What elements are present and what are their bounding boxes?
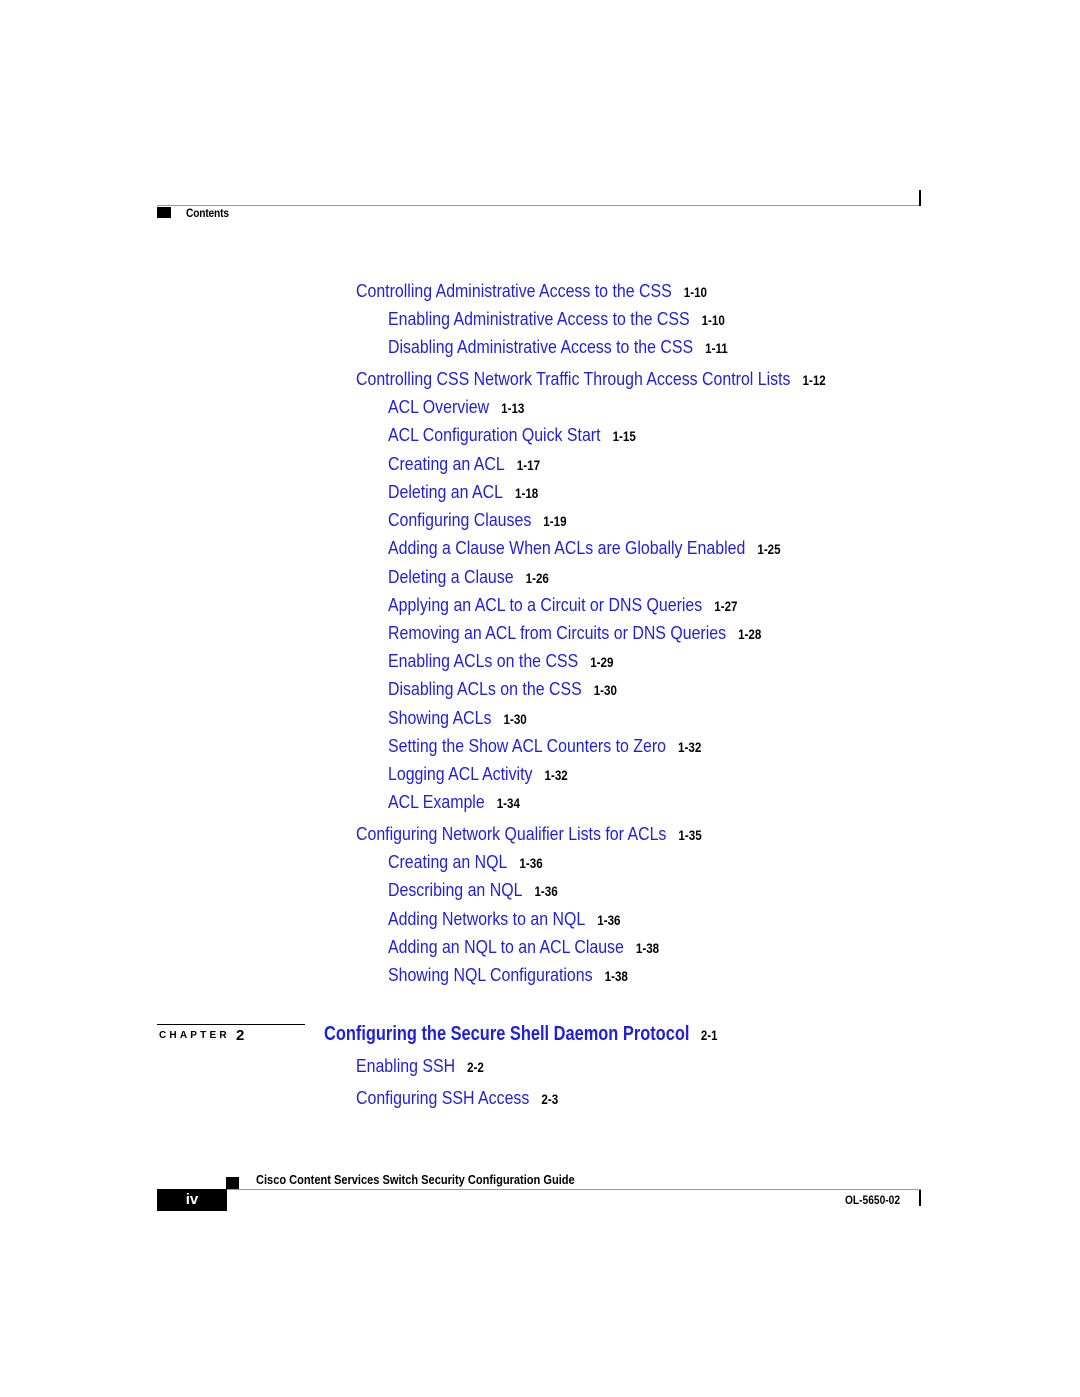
- header-rule: [157, 205, 921, 206]
- toc-entry[interactable]: Showing NQL Configurations 1-38: [388, 964, 628, 986]
- toc-entry[interactable]: Enabling SSH 2-2: [356, 1055, 484, 1077]
- toc-entry[interactable]: Showing ACLs 1-30: [388, 707, 527, 729]
- toc-entry[interactable]: Creating an ACL 1-17: [388, 453, 540, 475]
- toc-entry[interactable]: Deleting a Clause 1-26: [388, 566, 549, 588]
- toc-entry-page: 1-10: [683, 285, 707, 300]
- footer-rule: [157, 1189, 921, 1190]
- toc-entry[interactable]: Enabling ACLs on the CSS 1-29: [388, 650, 613, 672]
- toc-entry-title: Creating an NQL: [388, 851, 508, 872]
- toc-entry-page: 1-36: [597, 913, 621, 928]
- footer-change-bar: [919, 1190, 921, 1206]
- toc-entry-page: 1-30: [593, 683, 617, 698]
- toc-entry[interactable]: Deleting an ACL 1-18: [388, 481, 538, 503]
- toc-entry-title: Enabling SSH: [356, 1055, 456, 1076]
- toc-entry-page: 1-10: [701, 313, 725, 328]
- toc-entry-page: 1-15: [612, 429, 636, 444]
- toc-entry-title: Adding a Clause When ACLs are Globally E…: [388, 537, 746, 558]
- toc-entry-title: Controlling Administrative Access to the…: [356, 280, 672, 301]
- toc-entry-page: 1-29: [590, 655, 614, 670]
- toc-entry-page: 1-32: [678, 740, 702, 755]
- toc-entry-page: 1-11: [705, 341, 728, 356]
- footer-page-number: iv: [157, 1189, 227, 1211]
- toc-entry-page: 1-34: [496, 796, 520, 811]
- toc-entry-title: Logging ACL Activity: [388, 763, 533, 784]
- toc-entry-title: Configuring Clauses: [388, 509, 532, 530]
- toc-entry-title: Disabling ACLs on the CSS: [388, 678, 582, 699]
- toc-entry[interactable]: Describing an NQL 1-36: [388, 879, 558, 901]
- toc-entry-title: ACL Overview: [388, 396, 490, 417]
- toc-entry-title: Controlling CSS Network Traffic Through …: [356, 368, 791, 389]
- toc-entry-title: Creating an ACL: [388, 453, 505, 474]
- toc-entry-title: Adding an NQL to an ACL Clause: [388, 936, 624, 957]
- toc-entry[interactable]: Enabling Administrative Access to the CS…: [388, 308, 725, 330]
- toc-entry[interactable]: Adding Networks to an NQL 1-36: [388, 908, 620, 930]
- toc-entry-title: Showing NQL Configurations: [388, 964, 593, 985]
- toc-entry-title: Removing an ACL from Circuits or DNS Que…: [388, 622, 727, 643]
- toc-entry-title: Adding Networks to an NQL: [388, 908, 586, 929]
- toc-entry-page: 1-27: [714, 599, 738, 614]
- toc-entry[interactable]: Applying an ACL to a Circuit or DNS Quer…: [388, 594, 738, 616]
- toc-entry[interactable]: Adding a Clause When ACLs are Globally E…: [388, 537, 781, 559]
- toc-entry[interactable]: Configuring SSH Access 2-3: [356, 1087, 558, 1109]
- chapter-rule: [157, 1024, 305, 1025]
- toc-entry[interactable]: Disabling ACLs on the CSS 1-30: [388, 678, 617, 700]
- toc-entry-page: 1-19: [543, 514, 567, 529]
- toc-entry-title: Describing an NQL: [388, 879, 523, 900]
- toc-entry-page: 1-32: [544, 768, 568, 783]
- toc-entry[interactable]: ACL Example 1-34: [388, 791, 520, 813]
- chapter-label: CHAPTER: [159, 1030, 230, 1041]
- toc-entry-title: Showing ACLs: [388, 707, 492, 728]
- header-change-bar: [919, 190, 921, 206]
- toc-entry-page: 1-13: [501, 401, 525, 416]
- footer-guide-title: Cisco Content Services Switch Security C…: [256, 1172, 575, 1187]
- toc-entry-page: 1-26: [525, 571, 549, 586]
- toc-entry-title: ACL Configuration Quick Start: [388, 424, 601, 445]
- toc-entry-title: Enabling ACLs on the CSS: [388, 650, 579, 671]
- toc-entry-title: Configuring Network Qualifier Lists for …: [356, 823, 667, 844]
- toc-entry-title: Disabling Administrative Access to the C…: [388, 336, 694, 357]
- toc-entry-title: ACL Example: [388, 791, 485, 812]
- toc-entry[interactable]: Adding an NQL to an ACL Clause 1-38: [388, 936, 659, 958]
- toc-entry[interactable]: ACL Overview 1-13: [388, 396, 524, 418]
- toc-entry-title: Deleting a Clause: [388, 566, 514, 587]
- chapter-page-number: 2-1: [700, 1027, 718, 1043]
- toc-entry-page: 1-36: [534, 884, 558, 899]
- toc-entry-title: Deleting an ACL: [388, 481, 503, 502]
- toc-entry-title: Enabling Administrative Access to the CS…: [388, 308, 690, 329]
- toc-entry[interactable]: Configuring Network Qualifier Lists for …: [356, 823, 702, 845]
- toc-entry-page: 1-12: [802, 373, 826, 388]
- toc-entry[interactable]: Configuring Clauses 1-19: [388, 509, 567, 531]
- toc-entry-page: 1-36: [519, 856, 543, 871]
- toc-entry[interactable]: Disabling Administrative Access to the C…: [388, 336, 728, 358]
- toc-entry[interactable]: Removing an ACL from Circuits or DNS Que…: [388, 622, 761, 644]
- toc-entry[interactable]: Controlling CSS Network Traffic Through …: [356, 368, 826, 390]
- toc-entry-page: 1-18: [515, 486, 539, 501]
- toc-entry-page: 2-2: [467, 1060, 484, 1075]
- chapter-title-link[interactable]: Configuring the Secure Shell Daemon Prot…: [324, 1023, 717, 1046]
- toc-entry-page: 1-30: [503, 712, 527, 727]
- chapter-number: 2: [236, 1027, 245, 1044]
- toc-entry-page: 1-28: [738, 627, 762, 642]
- toc-entry-page: 1-38: [604, 969, 628, 984]
- toc-entry[interactable]: Controlling Administrative Access to the…: [356, 280, 707, 302]
- toc-entry-page: 2-3: [541, 1092, 559, 1107]
- toc-entry-title: Applying an ACL to a Circuit or DNS Quer…: [388, 594, 703, 615]
- chapter-title-text: Configuring the Secure Shell Daemon Prot…: [324, 1023, 690, 1045]
- toc-entry[interactable]: ACL Configuration Quick Start 1-15: [388, 424, 636, 446]
- toc-entry[interactable]: Creating an NQL 1-36: [388, 851, 543, 873]
- footer-doc-number: OL-5650-02: [845, 1193, 900, 1207]
- toc-entry-page: 1-17: [516, 458, 541, 473]
- toc-entry-title: Configuring SSH Access: [356, 1087, 530, 1108]
- toc-entry[interactable]: Logging ACL Activity 1-32: [388, 763, 568, 785]
- footer-marker-square: [226, 1177, 239, 1189]
- toc-entry-page: 1-25: [757, 542, 781, 557]
- header-marker-square: [157, 207, 171, 218]
- header-section-label: Contents: [186, 206, 229, 220]
- toc-entry[interactable]: Setting the Show ACL Counters to Zero 1-3…: [388, 735, 701, 757]
- toc-entry-page: 1-38: [635, 941, 660, 956]
- toc-entry-page: 1-35: [678, 828, 702, 843]
- toc-entry-title: Setting the Show ACL Counters to Zero: [388, 735, 666, 756]
